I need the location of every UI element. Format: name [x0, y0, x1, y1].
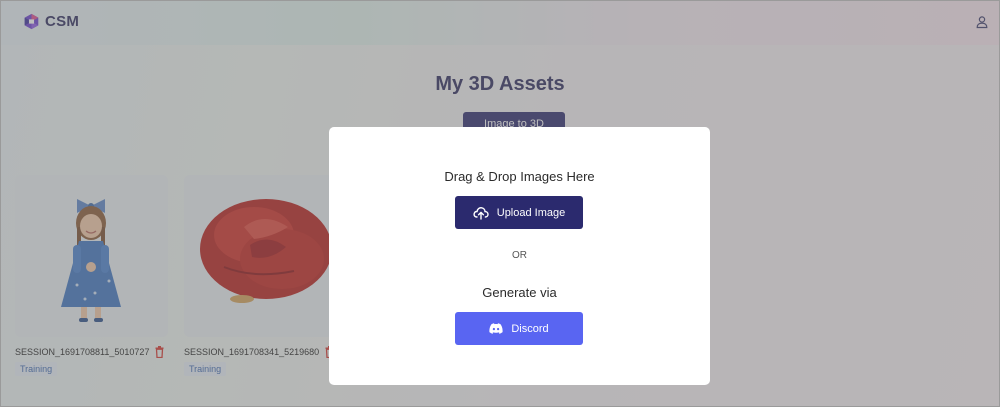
discord-button[interactable]: Discord — [455, 312, 583, 345]
generate-via-label: Generate via — [482, 285, 557, 300]
upload-modal: Drag & Drop Images Here Upload Image OR … — [329, 127, 710, 385]
or-divider: OR — [512, 250, 527, 261]
app-window: CSM My 3D Assets Image to 3D SESSION_169… — [0, 0, 1000, 407]
cloud-upload-icon — [473, 206, 489, 220]
dropzone-heading[interactable]: Drag & Drop Images Here — [329, 169, 710, 184]
upload-image-button[interactable]: Upload Image — [455, 196, 583, 229]
upload-image-label: Upload Image — [496, 206, 566, 219]
discord-icon — [489, 323, 503, 334]
discord-label: Discord — [511, 322, 549, 335]
